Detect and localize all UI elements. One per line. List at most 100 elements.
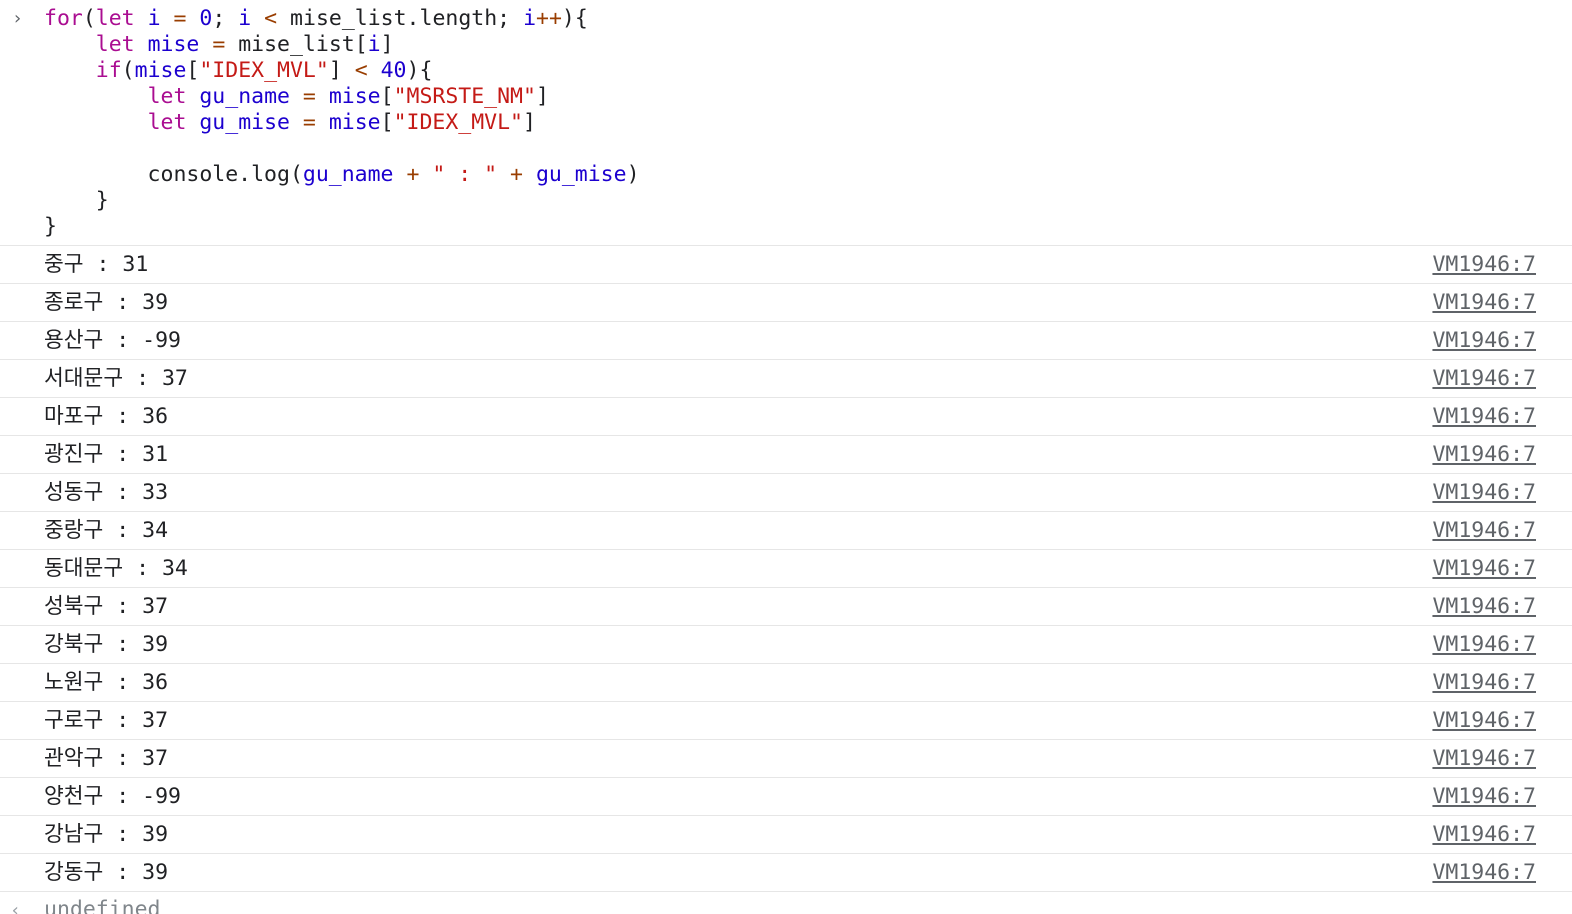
console-log-row: 강동구 : 39 VM1946:7: [0, 854, 1572, 892]
code-token: i: [367, 32, 381, 57]
console-log-list: 중구 : 31 VM1946:7 종로구 : 39 VM1946:7 용산구 : -99…: [0, 246, 1572, 892]
log-source-link[interactable]: VM1946:7: [1432, 519, 1536, 543]
console-result-entry: ‹ undefined: [0, 892, 1572, 914]
code-token: mise_list[: [225, 32, 368, 57]
log-message: 광진구 : 31: [44, 442, 169, 467]
code-token: }: [44, 188, 109, 213]
code-token: "MSRSTE_NM": [393, 84, 536, 109]
result-value: undefined: [44, 897, 161, 914]
log-source-link[interactable]: VM1946:7: [1432, 633, 1536, 657]
code-line: for(let i = 0; i < mise_list.length; i++…: [44, 6, 640, 32]
log-source-link[interactable]: VM1946:7: [1432, 367, 1536, 391]
log-source-link[interactable]: VM1946:7: [1432, 329, 1536, 353]
log-source-link[interactable]: VM1946:7: [1432, 823, 1536, 847]
log-source-link[interactable]: VM1946:7: [1432, 481, 1536, 505]
code-token: ]: [535, 84, 549, 109]
log-source-link[interactable]: VM1946:7: [1432, 595, 1536, 619]
code-token: if: [95, 58, 122, 83]
console-log-row: 서대문구 : 37 VM1946:7: [0, 360, 1572, 398]
code-token: ]: [328, 58, 355, 83]
code-line: let gu_mise = mise["IDEX_MVL"]: [44, 110, 640, 136]
code-token: "IDEX_MVL": [393, 110, 524, 135]
code-token: ++: [536, 6, 562, 31]
code-token: ){: [406, 58, 433, 83]
code-token: ]: [523, 110, 536, 135]
code-token: mise: [328, 84, 381, 109]
code-token: [: [380, 110, 394, 135]
log-message: 강북구 : 39: [44, 632, 169, 657]
code-token: gu_name: [199, 84, 290, 109]
log-source-link[interactable]: VM1946:7: [1432, 557, 1536, 581]
code-token: =: [302, 84, 316, 109]
console-log-row: 관악구 : 37 VM1946:7: [0, 740, 1572, 778]
log-message: 종로구 : 39: [44, 290, 169, 315]
code-token: ;: [212, 6, 239, 31]
log-source-link[interactable]: VM1946:7: [1432, 747, 1536, 771]
console-log-row: 강북구 : 39 VM1946:7: [0, 626, 1572, 664]
code-line: }: [44, 214, 640, 240]
code-token: }: [44, 214, 57, 239]
code-token: for: [44, 6, 83, 31]
devtools-console: › for(let i = 0; i < mise_list.length; i…: [0, 0, 1572, 914]
console-log-row: 구로구 : 37 VM1946:7: [0, 702, 1572, 740]
console-log-row: 강남구 : 39 VM1946:7: [0, 816, 1572, 854]
code-token: let: [147, 110, 187, 135]
code-line: }: [44, 188, 640, 214]
log-message: 강남구 : 39: [44, 822, 169, 847]
log-source-link[interactable]: VM1946:7: [1432, 253, 1536, 277]
console-input-entry[interactable]: › for(let i = 0; i < mise_list.length; i…: [0, 0, 1572, 246]
code-block[interactable]: for(let i = 0; i < mise_list.length; i++…: [44, 6, 640, 240]
log-source-link[interactable]: VM1946:7: [1432, 861, 1536, 885]
code-token: mise: [147, 32, 200, 57]
log-message: 마포구 : 36: [44, 404, 169, 429]
code-token: =: [302, 110, 316, 135]
code-line: let mise = mise_list[i]: [44, 32, 640, 58]
console-log-row: 중구 : 31 VM1946:7: [0, 246, 1572, 284]
code-token: gu_name: [302, 162, 394, 187]
return-arrow-icon: ‹: [10, 900, 21, 914]
log-source-link[interactable]: VM1946:7: [1432, 709, 1536, 733]
code-token: console.log(: [44, 162, 303, 187]
code-token: 40: [380, 58, 407, 83]
log-source-link[interactable]: VM1946:7: [1432, 671, 1536, 695]
console-log-row: 성동구 : 33 VM1946:7: [0, 474, 1572, 512]
code-token: i: [147, 6, 161, 31]
code-token: ){: [561, 6, 588, 31]
code-token: [: [380, 84, 394, 109]
log-source-link[interactable]: VM1946:7: [1432, 291, 1536, 315]
code-line: console.log(gu_name + " : " + gu_mise): [44, 162, 640, 188]
console-log-row: 동대문구 : 34 VM1946:7: [0, 550, 1572, 588]
log-source-link[interactable]: VM1946:7: [1432, 405, 1536, 429]
code-token: gu_mise: [199, 110, 290, 135]
code-token: (: [82, 6, 96, 31]
code-token: <: [264, 6, 278, 31]
code-token: =: [212, 32, 226, 57]
log-message: 용산구 : -99: [44, 328, 182, 353]
code-token: (: [121, 58, 135, 83]
log-message: 서대문구 : 37: [44, 366, 188, 391]
log-source-link[interactable]: VM1946:7: [1432, 443, 1536, 467]
code-token: i: [523, 6, 537, 31]
code-token: +: [510, 162, 523, 187]
log-message: 중구 : 31: [44, 252, 149, 277]
log-source-link[interactable]: VM1946:7: [1432, 785, 1536, 809]
log-message: 동대문구 : 34: [44, 556, 188, 581]
console-log-row: 광진구 : 31 VM1946:7: [0, 436, 1572, 474]
code-token: let: [95, 32, 135, 57]
code-line: let gu_name = mise["MSRSTE_NM"]: [44, 84, 640, 110]
